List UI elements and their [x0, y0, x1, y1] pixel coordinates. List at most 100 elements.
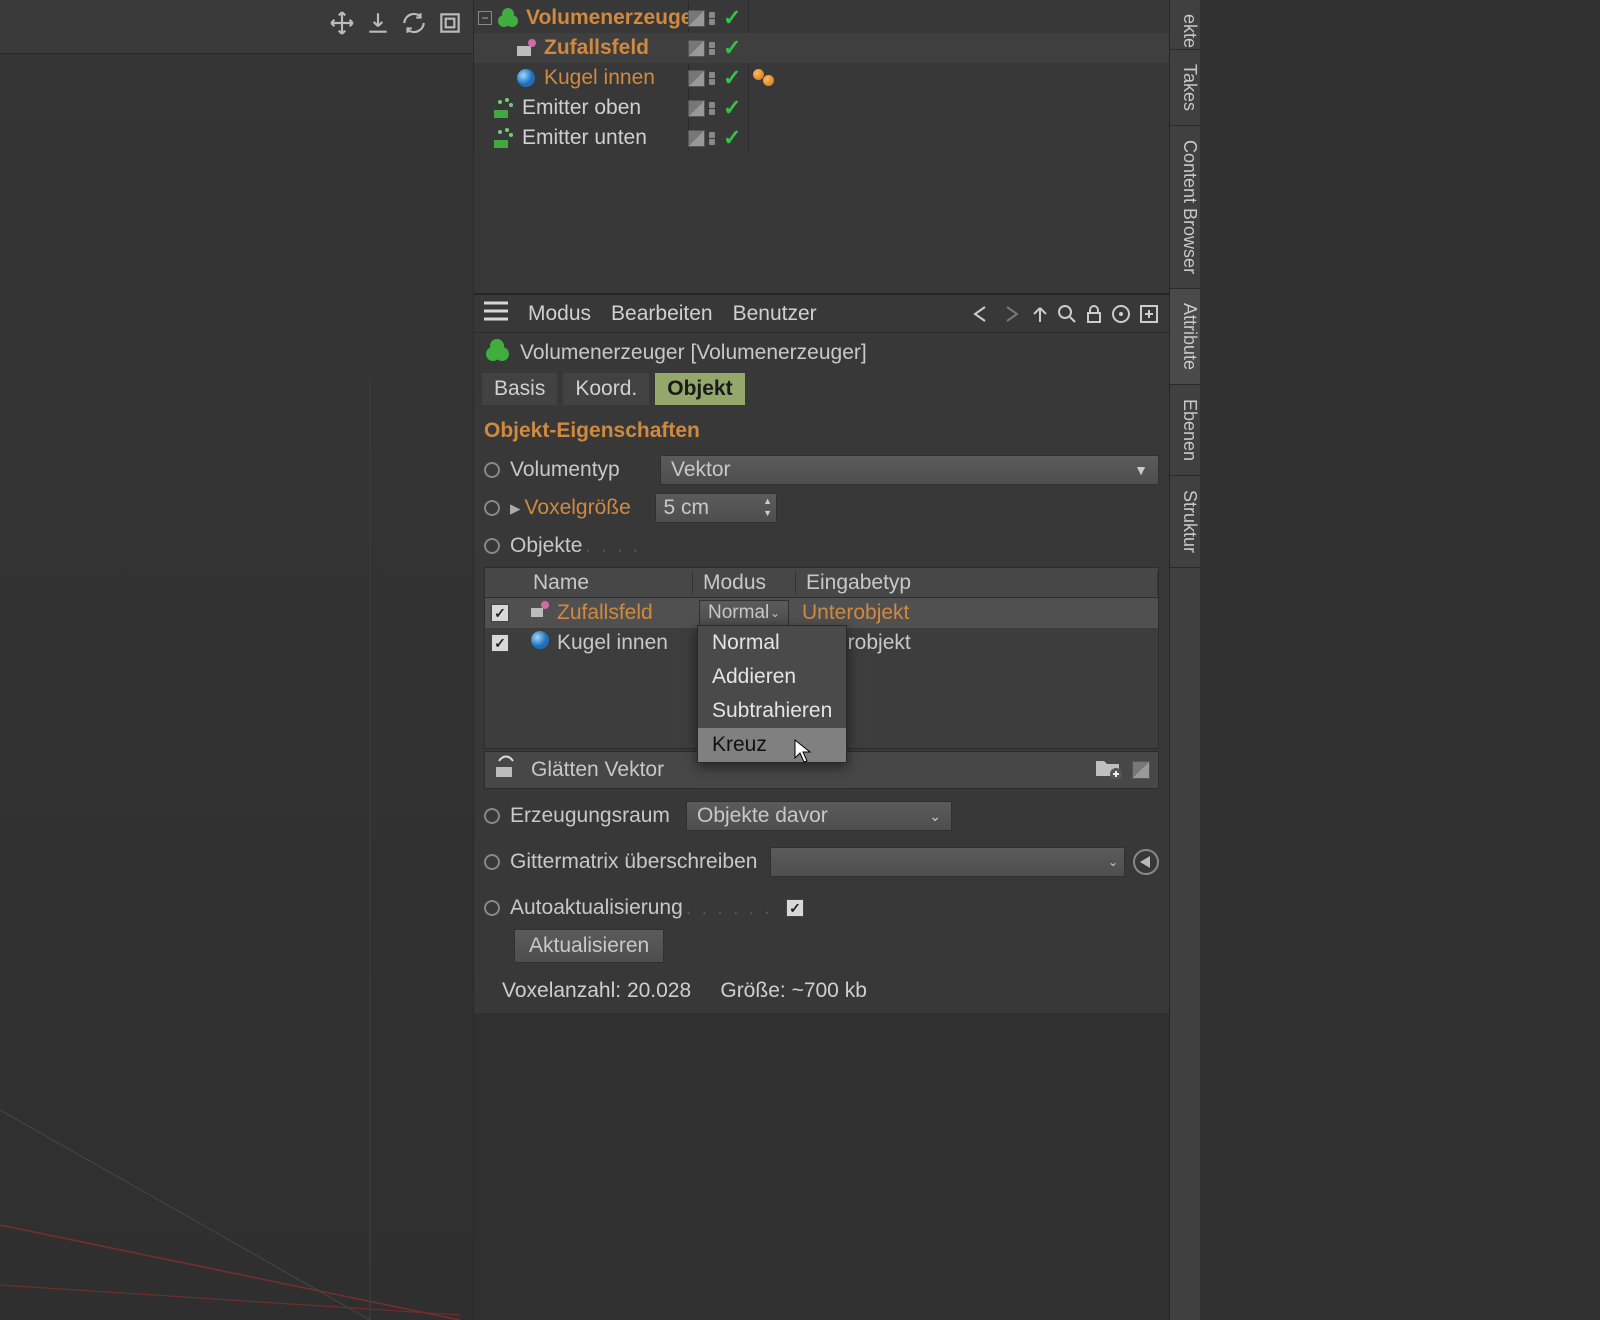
menu-bearbeiten[interactable]: Bearbeiten [611, 302, 713, 326]
prop-label: Objekte [510, 534, 582, 558]
menu-modus[interactable]: Modus [528, 302, 591, 326]
volumentyp-dropdown[interactable]: Vektor ▼ [660, 455, 1159, 485]
tree-row-kugel-innen[interactable]: Kugel innen ✓ [474, 63, 1169, 93]
anim-dot-icon[interactable] [484, 808, 500, 824]
erzeugungsraum-dropdown[interactable]: Objekte davor ⌄ [686, 801, 952, 831]
anim-dot-icon[interactable] [484, 538, 500, 554]
side-tab-content-browser[interactable]: Content Browser [1170, 126, 1200, 289]
tree-row-emitter-unten[interactable]: Emitter unten ✓ [474, 123, 1169, 153]
popup-item-addieren[interactable]: Addieren [698, 660, 846, 694]
tab-objekt[interactable]: Objekt [655, 373, 744, 405]
enable-check-icon[interactable]: ✓ [723, 35, 741, 61]
refresh-tool-icon[interactable] [401, 10, 427, 36]
emitter-icon [492, 96, 516, 120]
layer-toggle-icon[interactable] [688, 70, 705, 87]
toggle-icon[interactable] [1132, 761, 1150, 779]
visibility-dots-icon[interactable] [709, 10, 719, 27]
visibility-dots-icon[interactable] [709, 100, 719, 117]
enable-check-icon[interactable]: ✓ [723, 95, 741, 121]
size-value: ~700 kb [792, 979, 867, 1002]
tree-row-emitter-oben[interactable]: Emitter oben ✓ [474, 93, 1169, 123]
tab-basis[interactable]: Basis [482, 373, 557, 405]
disclosure-icon[interactable]: ▸ [510, 496, 521, 521]
update-button[interactable]: Aktualisieren [514, 929, 664, 963]
add-folder-icon[interactable] [1094, 755, 1122, 785]
smooth-label: Glätten Vektor [531, 758, 664, 782]
autoupdate-checkbox[interactable]: ✓ [786, 899, 804, 917]
lock-icon[interactable] [1085, 304, 1103, 324]
enable-check-icon[interactable]: ✓ [723, 65, 741, 91]
label-dots: . . . . [585, 534, 640, 558]
spin-up-icon[interactable]: ▲ [763, 496, 773, 507]
visibility-dots-icon[interactable] [709, 70, 719, 87]
layer-toggle-icon[interactable] [688, 130, 705, 147]
col-modus: Modus [693, 571, 796, 595]
prop-label[interactable]: Voxelgröße [525, 496, 655, 520]
popup-item-subtrahieren[interactable]: Subtrahieren [698, 694, 846, 728]
col-name: Name [523, 571, 693, 595]
frame-tool-icon[interactable] [437, 10, 463, 36]
viewport-3d[interactable] [0, 54, 473, 1320]
popup-item-kreuz[interactable]: Kreuz [698, 728, 846, 762]
side-tab-objekte[interactable]: ekte [1170, 0, 1200, 50]
download-tool-icon[interactable] [365, 10, 391, 36]
visibility-dots-icon[interactable] [709, 130, 719, 147]
prop-erzeugungsraum: Erzeugungsraum Objekte davor ⌄ [484, 799, 1159, 833]
label-dots: . . . . . . [686, 896, 772, 920]
tree-label: Kugel innen [544, 66, 655, 90]
material-tag-icon[interactable] [753, 69, 777, 87]
anim-dot-icon[interactable] [484, 462, 500, 478]
tree-row-zufallsfeld[interactable]: Zufallsfeld ✓ [474, 33, 1169, 63]
tree-label: Zufallsfeld [544, 36, 649, 60]
anim-dot-icon[interactable] [484, 900, 500, 916]
tree-label: Emitter unten [522, 126, 647, 150]
side-tab-takes[interactable]: Takes [1170, 50, 1200, 126]
search-icon[interactable] [1057, 304, 1077, 324]
side-tab-struktur[interactable]: Struktur [1170, 476, 1200, 568]
cell-name: Kugel innen [557, 631, 668, 655]
visibility-dots-icon[interactable] [709, 40, 719, 57]
layer-toggle-icon[interactable] [688, 100, 705, 117]
popup-item-normal[interactable]: Normal [698, 626, 846, 660]
row-checkbox[interactable]: ✓ [491, 634, 509, 652]
spin-down-icon[interactable]: ▼ [763, 508, 773, 519]
anim-dot-icon[interactable] [484, 854, 500, 870]
smooth-icon [493, 753, 521, 787]
random-field-icon [529, 599, 551, 627]
row-checkbox[interactable]: ✓ [491, 604, 509, 622]
voxelgroesse-input[interactable]: 5 cm ▲▼ [655, 493, 777, 523]
dropdown-value: Vektor [671, 458, 731, 482]
dropdown-value: Normal [708, 602, 769, 624]
add-panel-icon[interactable] [1139, 304, 1159, 324]
tab-koord[interactable]: Koord. [563, 373, 649, 405]
move-tool-icon[interactable] [329, 10, 355, 36]
cell-name: Zufallsfeld [557, 601, 653, 625]
tree-row-volumenerzeuger[interactable]: − Volumenerzeuger ✓ [474, 3, 1169, 33]
objekte-table: Name Modus Eingabetyp ✓ Zufallsfeld Norm… [484, 567, 1159, 749]
table-row[interactable]: ✓ Zufallsfeld Normal ⌄ Unterobjekt [485, 598, 1158, 628]
side-tab-ebenen[interactable]: Ebenen [1170, 385, 1200, 476]
nav-back-icon[interactable] [971, 305, 993, 323]
sphere-icon [514, 66, 538, 90]
anim-dot-icon[interactable] [484, 500, 500, 516]
cursor-icon [793, 738, 813, 770]
prop-gittermatrix: Gittermatrix überschreiben ⌄ [484, 845, 1159, 879]
layer-toggle-icon[interactable] [688, 40, 705, 57]
enable-check-icon[interactable]: ✓ [723, 5, 741, 31]
mode-dropdown[interactable]: Normal ⌄ [699, 600, 789, 626]
footer-info: Voxelanzahl: 20.028 Größe: ~700 kb [484, 979, 1159, 1003]
nav-up-icon[interactable] [1031, 304, 1049, 324]
nav-fwd-icon[interactable] [1001, 305, 1023, 323]
menu-benutzer[interactable]: Benutzer [733, 302, 817, 326]
target-icon[interactable] [1111, 304, 1131, 324]
layer-toggle-icon[interactable] [688, 10, 705, 27]
enable-check-icon[interactable]: ✓ [723, 125, 741, 151]
emitter-icon [492, 126, 516, 150]
expander-icon[interactable]: − [478, 11, 492, 25]
side-tab-attribute[interactable]: Attribute [1170, 289, 1200, 385]
hamburger-icon[interactable] [484, 301, 508, 327]
object-manager: − Volumenerzeuger ✓ [474, 0, 1169, 295]
pick-target-icon[interactable] [1133, 849, 1159, 875]
gittermatrix-linkfield[interactable]: ⌄ [770, 847, 1125, 877]
attribute-header: Modus Bearbeiten Benutzer [474, 295, 1169, 333]
